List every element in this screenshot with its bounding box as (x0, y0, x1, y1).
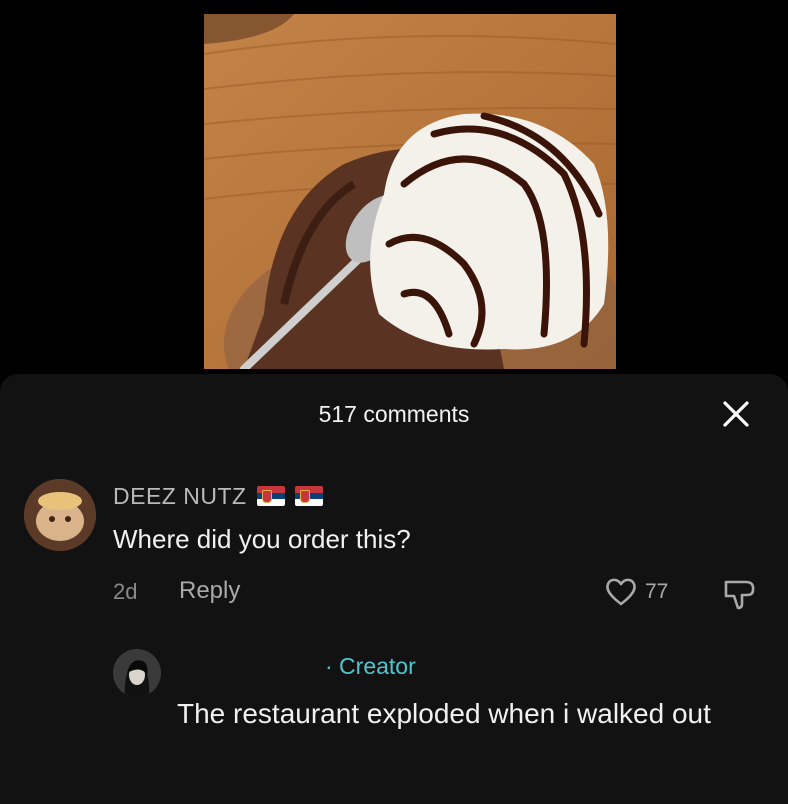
reply-button[interactable]: Reply (179, 577, 240, 605)
reply-text: The restaurant exploded when i walked ou… (177, 698, 711, 729)
like-count: 77 (645, 580, 669, 603)
comments-count: 517 comments (318, 401, 470, 427)
username[interactable]: DEEZ NUTZ (113, 483, 247, 510)
avatar[interactable] (24, 479, 96, 551)
dislike-button[interactable] (720, 574, 760, 614)
heart-icon (606, 578, 636, 606)
creator-avatar[interactable] (113, 649, 161, 697)
close-button[interactable] (718, 396, 754, 432)
comments-sheet: 517 comments DEEZ NUTZ Where did you ord… (0, 374, 788, 804)
serbia-flag-icon (256, 486, 285, 506)
close-icon (723, 401, 749, 427)
thumbs-down-icon (724, 580, 755, 610)
comment-text: Where did you order this? (113, 524, 411, 554)
comment-timestamp: 2d (113, 579, 138, 604)
video-frame[interactable] (204, 14, 616, 369)
creator-badge: · Creator (325, 653, 416, 679)
username-row: DEEZ NUTZ (113, 481, 323, 511)
like-button[interactable] (603, 574, 639, 610)
serbia-flag-icon (294, 486, 323, 506)
food-photo (204, 14, 616, 369)
